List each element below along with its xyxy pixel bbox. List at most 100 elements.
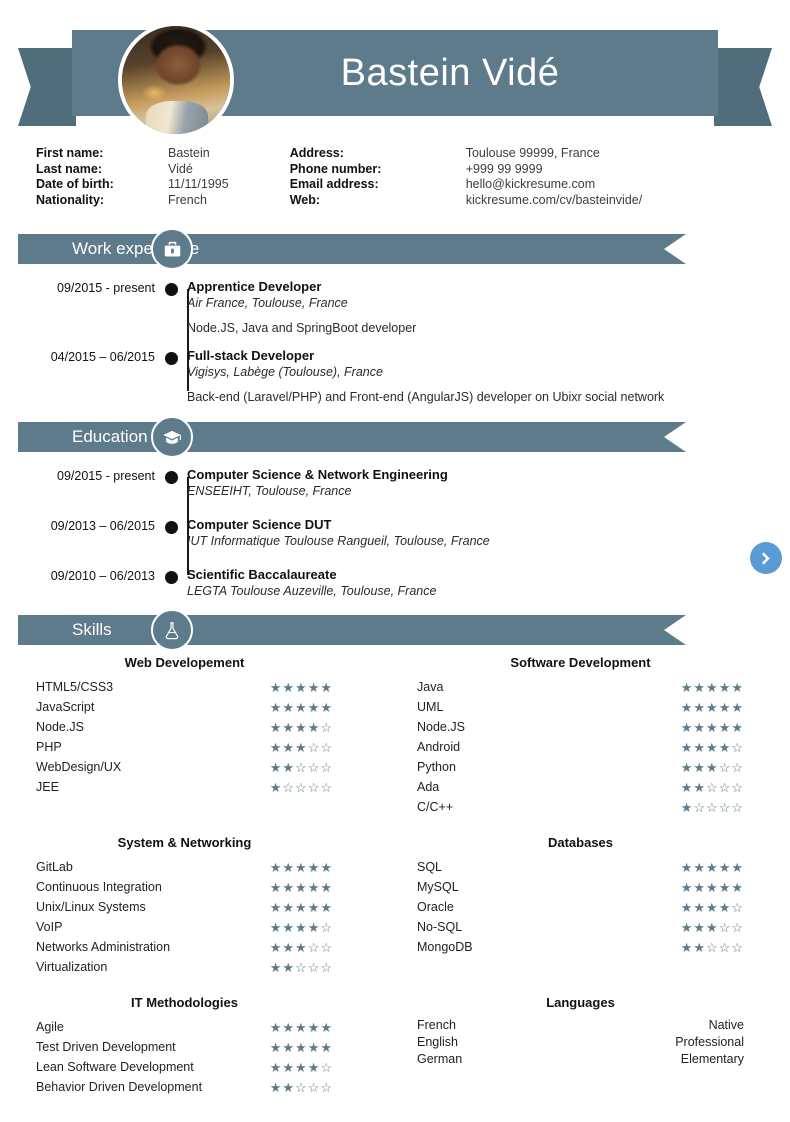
skill-name: C/C++ [417, 800, 454, 814]
next-page-button[interactable] [750, 542, 782, 574]
skill-name: Python [417, 760, 456, 774]
label-first-name: First name: [36, 146, 104, 160]
skill-row: PHP ★★★☆☆ [36, 737, 333, 757]
skill-row: C/C++ ★☆☆☆☆ [417, 797, 744, 817]
work-item-description: Back-end (Laravel/PHP) and Front-end (An… [187, 390, 665, 404]
education-timeline: 09/2015 - present Computer Science & Net… [0, 466, 790, 599]
skill-group-languages: Languages French Native English Professi… [395, 995, 790, 1097]
section-work-experience: Work experience [0, 228, 790, 270]
education-item-title: Scientific Baccalaureate [187, 567, 337, 582]
education-item-title: Computer Science & Network Engineering [187, 467, 448, 482]
skill-rating: ★★☆☆☆ [680, 779, 744, 795]
skill-name: UML [417, 700, 444, 714]
skill-name: MongoDB [417, 940, 473, 954]
skill-row: SQL ★★★★★ [417, 857, 744, 877]
skill-row: MongoDB ★★☆☆☆ [417, 937, 744, 957]
education-item-subtitle: IUT Informatique Toulouse Rangueil, Toul… [187, 534, 490, 548]
skill-name: Networks Administration [36, 940, 171, 954]
value-phone-number: +999 99 9999 [465, 161, 543, 176]
contact-values-personal: Bastein Vidé 11/11/1995 French [168, 146, 229, 208]
contact-column-personal: First name: Last name: Date of birth: Na… [36, 146, 229, 208]
section-bar-work: Work experience [18, 234, 686, 264]
language-level: Professional [675, 1035, 744, 1049]
label-last-name: Last name: [36, 161, 102, 176]
education-item-body: Computer Science & Network Engineering E… [187, 466, 790, 499]
education-item-subtitle: LEGTA Toulouse Auzeville, Toulouse, Fran… [187, 584, 437, 598]
skill-rating: ★★☆☆☆ [680, 939, 744, 955]
skill-row: UML ★★★★★ [417, 697, 744, 717]
skill-row: Test Driven Development ★★★★★ [36, 1037, 333, 1057]
skill-name: Test Driven Development [36, 1040, 176, 1054]
skill-rating: ★★★★★ [269, 699, 333, 715]
skill-group-databases: Databases SQL ★★★★★ MySQL ★★★★★ Oracle ★… [395, 835, 790, 977]
work-item-body: Apprentice Developer Air France, Toulous… [187, 278, 790, 337]
language-level: Native [708, 1018, 744, 1032]
work-item-subtitle: Vigisys, Labège (Toulouse), France [187, 365, 383, 379]
education-item: 09/2010 – 06/2013 Scientific Baccalaurea… [0, 566, 790, 599]
skill-name: PHP [36, 740, 62, 754]
skill-row: Virtualization ★★☆☆☆ [36, 957, 333, 977]
language-row: German Elementary [417, 1051, 744, 1068]
work-item-body: Full-stack Developer Vigisys, Labège (To… [187, 347, 790, 406]
education-item-title: Computer Science DUT [187, 517, 332, 532]
skill-row: Python ★★★☆☆ [417, 757, 744, 777]
timeline-dot [165, 571, 178, 584]
education-item: 09/2015 - present Computer Science & Net… [0, 466, 790, 499]
skill-group-it-methodologies: IT Methodologies Agile ★★★★★ Test Driven… [0, 995, 395, 1097]
value-date-of-birth: 11/11/1995 [168, 177, 229, 191]
contact-details: First name: Last name: Date of birth: Na… [0, 140, 790, 208]
skill-row: VoIP ★★★★☆ [36, 917, 333, 937]
skill-rating: ★★★★★ [680, 859, 744, 875]
skill-rating: ★★★★★ [680, 879, 744, 895]
timeline-dot [165, 283, 178, 296]
graduation-cap-icon [151, 416, 193, 458]
timeline-dot [165, 521, 178, 534]
skill-group-web-developement: Web Developement HTML5/CSS3 ★★★★★ JavaSc… [0, 655, 395, 817]
work-timeline: 09/2015 - present Apprentice Developer A… [0, 278, 790, 406]
ribbon-tail-left [18, 48, 76, 126]
skill-rating: ★★★★★ [680, 679, 744, 695]
skill-rating: ★★★★★ [269, 1039, 333, 1055]
skill-rating: ★★★☆☆ [680, 759, 744, 775]
work-item-subtitle: Air France, Toulouse, France [187, 296, 348, 310]
timeline-dot [165, 471, 178, 484]
skill-group-heading: Languages [546, 995, 615, 1010]
skill-row: JavaScript ★★★★★ [36, 697, 333, 717]
section-education: Education [0, 416, 790, 458]
skill-name: JavaScript [36, 700, 95, 714]
education-item-body: Scientific Baccalaureate LEGTA Toulouse … [187, 566, 790, 599]
skill-row: Java ★★★★★ [417, 677, 744, 697]
work-item-date: 04/2015 – 06/2015 [50, 350, 155, 364]
skill-name: VoIP [36, 920, 63, 934]
skill-rating: ★★★★★ [269, 679, 333, 695]
skills-row-2: System & Networking GitLab ★★★★★ Continu… [0, 835, 790, 977]
skill-name: Virtualization [36, 960, 108, 974]
language-row: English Professional [417, 1034, 744, 1051]
work-item-date: 09/2015 - present [57, 281, 155, 295]
work-item-title: Apprentice Developer [187, 279, 322, 294]
skill-group-system-networking: System & Networking GitLab ★★★★★ Continu… [0, 835, 395, 977]
skill-rating: ★☆☆☆☆ [269, 779, 333, 795]
skill-name: WebDesign/UX [36, 760, 122, 774]
skills-row-3: IT Methodologies Agile ★★★★★ Test Driven… [0, 995, 790, 1097]
skill-row: Node.JS ★★★★☆ [36, 717, 333, 737]
skill-name: GitLab [36, 860, 73, 874]
skill-group-software-development: Software Development Java ★★★★★ UML ★★★★… [395, 655, 790, 817]
section-bar-education: Education [18, 422, 686, 452]
skill-row: Android ★★★★☆ [417, 737, 744, 757]
skill-name: SQL [417, 860, 443, 874]
education-item-subtitle: ENSEEIHT, Toulouse, France [187, 484, 352, 498]
skill-rating: ★★☆☆☆ [269, 759, 333, 775]
contact-labels-personal: First name: Last name: Date of birth: Na… [36, 146, 168, 208]
work-item-title: Full-stack Developer [187, 348, 315, 363]
skills-content: Web Developement HTML5/CSS3 ★★★★★ JavaSc… [0, 645, 790, 1097]
value-nationality: French [168, 192, 207, 207]
skill-row: Ada ★★☆☆☆ [417, 777, 744, 797]
chevron-right-icon [761, 551, 770, 565]
skill-rating: ★★☆☆☆ [269, 959, 333, 975]
label-address: Address: [289, 146, 344, 160]
timeline-dot-col [155, 516, 187, 549]
skill-row: Agile ★★★★★ [36, 1017, 333, 1037]
education-item-body: Computer Science DUT IUT Informatique To… [187, 516, 790, 549]
skill-rating: ★★☆☆☆ [269, 1079, 333, 1095]
